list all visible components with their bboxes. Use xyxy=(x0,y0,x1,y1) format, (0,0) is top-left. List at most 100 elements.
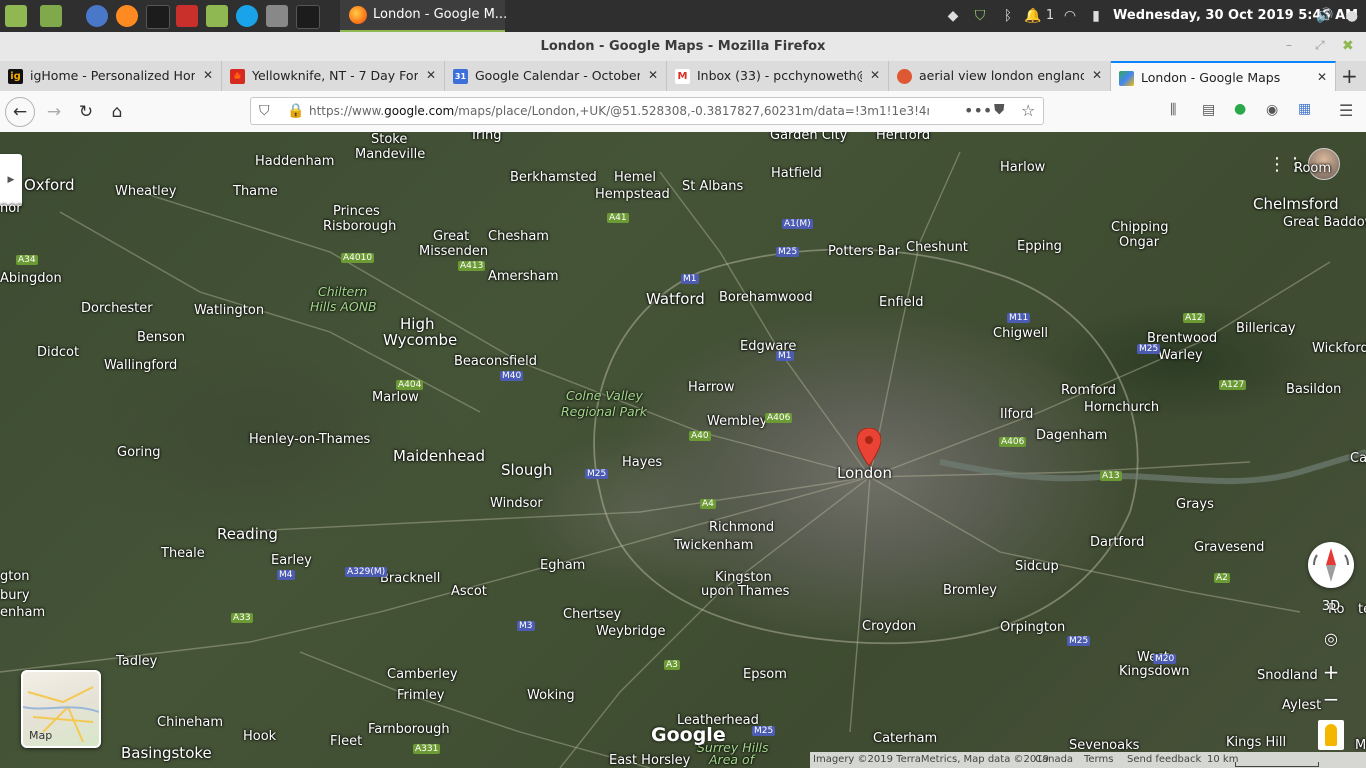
account-icon[interactable]: ◉ xyxy=(1266,102,1278,118)
place-label[interactable]: ter xyxy=(1358,602,1366,617)
place-label[interactable]: Great Baddow xyxy=(1283,215,1366,230)
pegman-icon[interactable] xyxy=(1318,720,1344,750)
place-label[interactable]: Basildon xyxy=(1286,382,1341,397)
place-label[interactable]: Theale xyxy=(161,546,205,561)
send-feedback-link[interactable]: Send feedback xyxy=(1127,754,1201,765)
place-label[interactable]: Kings Hill xyxy=(1226,735,1286,750)
place-label[interactable]: Woking xyxy=(527,688,575,703)
user-icon[interactable]: ● xyxy=(1343,7,1361,25)
place-label[interactable]: Watford xyxy=(646,290,705,308)
tab-google-maps[interactable]: London - Google Maps ✕ xyxy=(1111,61,1336,91)
place-label[interactable]: Mandeville xyxy=(355,147,425,162)
bookmark-star-icon[interactable]: ☆ xyxy=(1021,101,1035,120)
hamburger-menu-icon[interactable]: ☰ xyxy=(1339,101,1353,120)
place-label[interactable]: Hatfield xyxy=(771,166,822,181)
place-label[interactable]: Grays xyxy=(1176,497,1214,512)
place-label[interactable]: Ongar xyxy=(1119,235,1159,250)
place-label[interactable]: Tring xyxy=(470,132,501,143)
place-label[interactable]: Wycombe xyxy=(383,331,457,349)
tab-ighome[interactable]: ig igHome - Personalized Home ✕ xyxy=(0,61,222,91)
place-label[interactable]: Wembley xyxy=(707,414,767,429)
place-label[interactable]: Farnborough xyxy=(368,722,450,737)
sidebar-icon[interactable]: ▤ xyxy=(1202,102,1215,118)
place-label[interactable]: Hornchurch xyxy=(1084,400,1159,415)
place-label[interactable]: Dagenham xyxy=(1036,428,1107,443)
place-label[interactable]: Henley-on-Thames xyxy=(249,432,370,447)
close-window-icon[interactable]: ✖ xyxy=(1342,38,1354,54)
minimize-icon[interactable]: – xyxy=(1286,38,1292,52)
place-label[interactable]: Snodland xyxy=(1257,668,1318,683)
close-tab-icon[interactable]: ✕ xyxy=(648,68,658,82)
taskbar-firefox-window[interactable]: London - Google M... xyxy=(340,0,507,32)
place-label[interactable]: Oxford xyxy=(24,176,75,194)
reload-button[interactable]: ↻ xyxy=(73,99,99,125)
place-label[interactable]: Maidenhead xyxy=(393,447,485,465)
place-label[interactable]: Sidcup xyxy=(1015,559,1059,574)
place-label[interactable]: Wallingford xyxy=(104,358,177,373)
place-label[interactable]: Romford xyxy=(1061,383,1116,398)
files-icon[interactable] xyxy=(206,5,228,27)
place-label[interactable]: Reading xyxy=(217,525,278,543)
chromium-icon[interactable] xyxy=(86,5,108,27)
pocket-icon[interactable]: ⛊ xyxy=(994,102,1005,118)
place-label[interactable]: gton xyxy=(0,569,30,584)
wifi-icon[interactable]: ◠ xyxy=(1061,7,1079,25)
tab-google-calendar[interactable]: 31 Google Calendar - October 2019 ✕ xyxy=(445,61,667,91)
place-label[interactable]: Frimley xyxy=(397,688,444,703)
place-label[interactable]: Canv xyxy=(1350,451,1366,466)
side-panel-toggle[interactable]: ▶ xyxy=(0,154,22,206)
zoom-in-button[interactable]: + xyxy=(1318,659,1344,685)
place-label[interactable]: Ilford xyxy=(1000,407,1033,422)
place-label[interactable]: Chineham xyxy=(157,715,223,730)
skype-icon[interactable] xyxy=(236,5,258,27)
place-label[interactable]: Harrow xyxy=(688,380,735,395)
place-label[interactable]: Hook xyxy=(243,729,276,744)
mouse-icon[interactable] xyxy=(266,5,288,27)
bluetooth-icon[interactable]: ᛒ xyxy=(999,7,1017,25)
tab-duckduckgo-search[interactable]: aerial view london england at ✕ xyxy=(889,61,1111,91)
url-text[interactable]: https://www.google.com/maps/place/London… xyxy=(309,104,929,118)
place-label[interactable]: Maidsto xyxy=(1355,738,1366,753)
forward-button[interactable]: → xyxy=(41,99,67,125)
my-location-icon[interactable]: ◎ xyxy=(1318,626,1344,652)
place-label[interactable]: Princes xyxy=(333,204,380,219)
tab-yellowknife-forecast[interactable]: 🍁 Yellowknife, NT - 7 Day Forecast ✕ xyxy=(222,61,445,91)
satellite-map[interactable]: ▶ ⋮⋮⋮ Oxford Wheatley Thame Haddenham Stoke M… xyxy=(0,132,1366,768)
extension-icon[interactable]: ● xyxy=(1234,101,1246,117)
place-label[interactable]: Richmond xyxy=(709,520,774,535)
address-bar[interactable]: ⛉ 🔒 https://www.google.com/maps/place/Lo… xyxy=(250,97,1044,125)
place-label[interactable]: Hills AONB xyxy=(310,299,377,314)
notification-icon[interactable]: 🔔 xyxy=(1024,7,1042,25)
place-label[interactable]: Stoke xyxy=(371,132,407,147)
place-label[interactable]: Great xyxy=(433,229,469,244)
place-label[interactable]: bury xyxy=(0,588,30,603)
place-label[interactable]: London xyxy=(837,464,892,482)
map-layer-toggle[interactable]: Map xyxy=(21,670,101,748)
place-label[interactable]: Amersham xyxy=(488,269,559,284)
menu-icon[interactable] xyxy=(5,5,27,27)
place-label[interactable]: Chipping xyxy=(1111,220,1169,235)
place-label[interactable]: enham xyxy=(0,605,45,620)
place-label[interactable]: Area of xyxy=(709,752,754,767)
place-label[interactable]: Weybridge xyxy=(596,624,666,639)
place-label[interactable]: Regional Park xyxy=(561,404,647,419)
place-label[interactable]: St Albans xyxy=(682,179,743,194)
close-tab-icon[interactable]: ✕ xyxy=(203,68,213,82)
shield-icon[interactable]: ⛉ xyxy=(971,7,989,25)
place-label[interactable]: Missenden xyxy=(419,244,488,259)
app-icon[interactable] xyxy=(176,5,198,27)
place-label[interactable]: Garden City xyxy=(770,132,847,143)
place-label[interactable]: Twickenham xyxy=(674,538,753,553)
place-label[interactable]: Hayes xyxy=(622,455,662,470)
place-label[interactable]: Chiltern xyxy=(318,284,367,299)
place-label[interactable]: nor xyxy=(0,201,22,216)
place-label[interactable]: Ascot xyxy=(451,584,487,599)
container-icon[interactable]: ▦ xyxy=(1298,101,1311,117)
place-label[interactable]: Wheatley xyxy=(115,184,176,199)
place-label[interactable]: Kingsdown xyxy=(1119,664,1189,679)
place-label[interactable]: Benson xyxy=(137,330,185,345)
terminal-icon[interactable] xyxy=(296,5,320,29)
place-label[interactable]: Enfield xyxy=(879,295,924,310)
place-label[interactable]: Sevenoaks xyxy=(1069,738,1139,753)
show-desktop-icon[interactable] xyxy=(40,5,62,27)
